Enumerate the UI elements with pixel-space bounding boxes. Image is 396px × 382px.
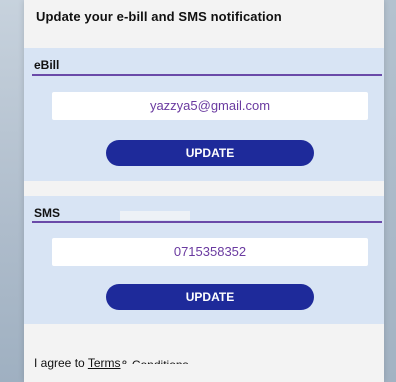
ebill-divider: [32, 74, 382, 76]
ebill-update-button[interactable]: UPDATE: [106, 140, 314, 166]
phone-field[interactable]: 0715358352: [52, 238, 368, 266]
email-field[interactable]: yazzya5@gmail.com: [52, 92, 368, 120]
card-title: Update your e-bill and SMS notification: [36, 9, 282, 24]
ebill-section: eBill yazzya5@gmail.com UPDATE: [24, 48, 384, 181]
sms-update-button[interactable]: UPDATE: [106, 284, 314, 310]
terms-prefix: I agree to: [34, 356, 88, 370]
notification-card: Update your e-bill and SMS notification …: [24, 0, 384, 382]
terms-agreement: I agree to Terms & Conditions: [34, 356, 189, 370]
sms-divider: [32, 221, 382, 223]
background-left: [0, 0, 24, 382]
sms-label: SMS: [34, 206, 61, 220]
ebill-label: eBill: [34, 58, 60, 72]
sms-section: SMS 0715358352 UPDATE: [24, 196, 384, 324]
terms-suffix: & Conditions: [121, 356, 189, 364]
background-right: [382, 0, 396, 382]
redaction-overlay: [120, 211, 190, 220]
terms-link[interactable]: Terms: [88, 356, 121, 370]
